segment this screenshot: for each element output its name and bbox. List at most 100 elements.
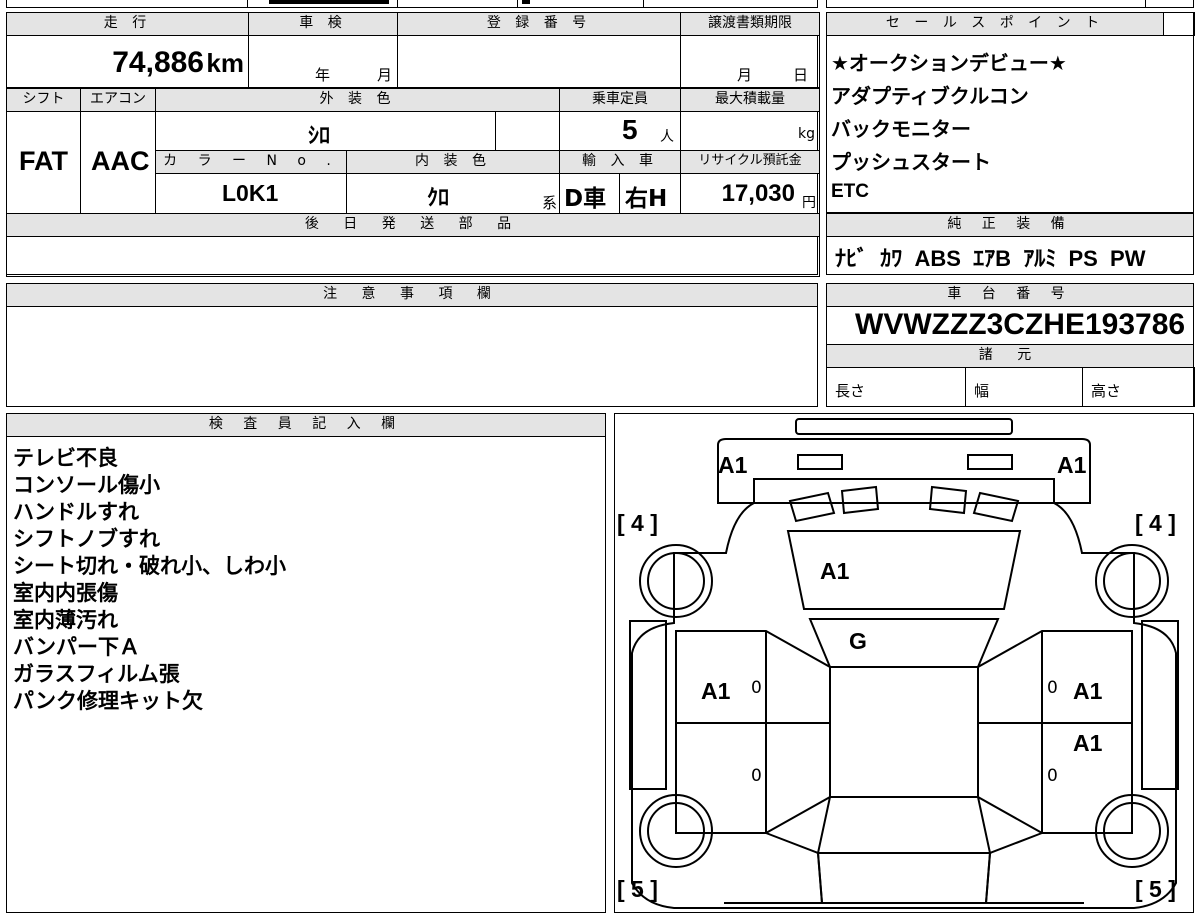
recycle-fee-cell: 17,030 円 xyxy=(680,173,820,214)
interior-kei-unit: 系 xyxy=(541,194,557,212)
recycle-fee-value: 17,030 xyxy=(721,180,795,207)
sales-points-corner-cell xyxy=(1163,12,1195,36)
specs-header: 諸 元 xyxy=(826,344,1194,368)
tire-depth-rear-right: [ 5 ] xyxy=(1135,876,1176,902)
roof xyxy=(808,618,1000,668)
right-mirror xyxy=(1141,620,1179,790)
right-door-front xyxy=(977,630,1133,724)
exterior-color-header: 外 装 色 xyxy=(155,88,560,112)
damage-mark-roof: G xyxy=(849,628,867,654)
chassis-no-value: WVWZZZ3CZHE193786 xyxy=(855,308,1186,341)
aircon-value: AAC xyxy=(91,146,150,176)
wheel-front-left-inner xyxy=(647,552,705,610)
handle-value: 右H xyxy=(625,186,668,212)
import-car-value: D車 xyxy=(564,186,607,212)
mileage-cell: 74,886 km xyxy=(6,35,249,88)
rear-window xyxy=(816,796,992,854)
capacity-header: 乗車定員 xyxy=(559,88,681,112)
color-no-header: カ ラ ー N o . xyxy=(155,150,347,174)
damage-mark-windshield: A1 xyxy=(820,558,850,584)
chassis-no-header: 車 台 番 号 xyxy=(826,283,1194,307)
damage-mark-left-front-door: A1 xyxy=(701,678,731,704)
transfer-day-unit: 日 xyxy=(793,66,809,84)
left-door-front xyxy=(675,630,831,724)
transfer-deadline-cell: 月 日 xyxy=(680,35,820,88)
tire-depth-rear-left: [ 5 ] xyxy=(617,876,658,902)
length-label: 長さ xyxy=(835,382,866,400)
sales-point-item: アダプティブクルコン xyxy=(831,84,1029,108)
vehicle-info-table: 走 行 車 検 登 録 番 号 譲渡書類期限 74,886 km 年 月 月 日… xyxy=(6,12,820,277)
damage-mark-front-right: A1 xyxy=(1057,452,1087,478)
genuine-equipment-box: 純 正 装 備 ﾅﾋﾞ ｶﾜ ABS ｴｱB ｱﾙﾐ PS PW xyxy=(826,213,1194,275)
headlight-right xyxy=(967,454,1013,470)
exterior-color-cell: ｼﾛ xyxy=(155,111,496,151)
wheel-front-right-inner xyxy=(1103,552,1161,610)
sales-point-item: バックモニター xyxy=(831,117,971,141)
genuine-equipment-value: ﾅﾋﾞ ｶﾜ ABS ｴｱB ｱﾙﾐ PS PW xyxy=(835,246,1146,271)
length-cell: 長さ xyxy=(826,367,966,407)
registration-header: 登 録 番 号 xyxy=(397,12,681,36)
rear-left-quarter xyxy=(724,832,824,904)
interior-color-cell: ｸﾛ 系 xyxy=(346,173,560,214)
capacity-value: 5 xyxy=(622,114,638,145)
notes-box: 注 意 事 項 欄 xyxy=(6,283,818,407)
zero-mark: 0 xyxy=(1047,766,1058,786)
import-car-cell: D車 xyxy=(559,173,620,214)
wheel-front-left xyxy=(639,544,713,618)
genuine-equipment-header: 純 正 装 備 xyxy=(826,213,1194,237)
shaken-year-unit: 年 xyxy=(315,66,331,84)
inspector-note: コンソール傷小 xyxy=(13,473,160,497)
body-outline xyxy=(631,502,1177,909)
zero-mark: 0 xyxy=(1047,678,1058,698)
zero-mark: 0 xyxy=(751,678,762,698)
height-cell: 高さ xyxy=(1082,367,1195,407)
max-load-header: 最大積載量 xyxy=(680,88,820,112)
damage-mark-front-left: A1 xyxy=(718,452,748,478)
color-no-cell: L0K1 xyxy=(155,173,347,214)
color-no-value: L0K1 xyxy=(222,180,279,206)
width-label: 幅 xyxy=(974,382,990,400)
interior-color-header: 内 装 色 xyxy=(346,150,560,174)
inspector-note: 室内薄汚れ xyxy=(13,608,118,632)
damage-mark-right-front-door: A1 xyxy=(1073,678,1103,704)
front-vent-left xyxy=(788,491,836,523)
front-vent-center-right xyxy=(928,485,968,515)
mileage-value: 74,886 xyxy=(112,46,204,79)
tire-depth-front-left: [ 4 ] xyxy=(617,510,658,536)
inspector-note: テレビ不良 xyxy=(13,446,118,470)
sales-point-item: ★オークションデビュー★ xyxy=(831,51,1067,75)
front-vent-right xyxy=(972,491,1020,523)
inspector-note: ハンドルすれ xyxy=(13,500,139,524)
shift-header: シフト xyxy=(6,88,81,112)
inspector-note: バンパー下Ａ xyxy=(13,635,141,659)
sales-top-strip xyxy=(826,0,1194,8)
inspector-note: シート切れ・破れ小、しわ小 xyxy=(13,554,286,578)
max-load-unit: kg xyxy=(798,126,815,142)
rear-body xyxy=(816,852,992,904)
cabin-center xyxy=(829,666,979,798)
tire-depth-front-right: [ 4 ] xyxy=(1135,510,1176,536)
registration-cell xyxy=(397,35,681,88)
shift-value: FAT xyxy=(19,146,68,176)
handle-cell: 右H xyxy=(619,173,681,214)
mileage-unit: km xyxy=(206,48,244,78)
wheel-front-right xyxy=(1095,544,1169,618)
inspector-header: 検 査 員 記 入 欄 xyxy=(6,413,606,437)
inspector-box: 検 査 員 記 入 欄 テレビ不良 コンソール傷小 ハンドルすれ シフトノブすれ… xyxy=(6,413,606,913)
top-strip xyxy=(6,0,818,8)
shaken-cell: 年 月 xyxy=(248,35,398,88)
transfer-deadline-header: 譲渡書類期限 xyxy=(680,12,820,36)
aircon-cell: AAC xyxy=(80,111,156,214)
interior-color-value: ｸﾛ xyxy=(427,185,450,210)
aircon-header: エアコン xyxy=(80,88,156,112)
car-diagram-box: A1 A1 A1 G A1 A1 A1 0 0 0 0 [ 4 ] [ 4 ] … xyxy=(614,413,1194,913)
inspector-note: ガラスフィルム張 xyxy=(13,662,180,686)
car-diagram xyxy=(629,418,1179,909)
inspector-note: パンク修理キット欠 xyxy=(13,689,204,713)
sales-point-item: プッシュスタート xyxy=(831,150,991,174)
front-vent-center-left xyxy=(840,485,880,515)
shaken-header: 車 検 xyxy=(248,12,398,36)
zero-mark: 0 xyxy=(751,766,762,786)
exterior-color-value: ｼﾛ xyxy=(308,123,331,148)
capacity-unit: 人 xyxy=(660,129,674,145)
